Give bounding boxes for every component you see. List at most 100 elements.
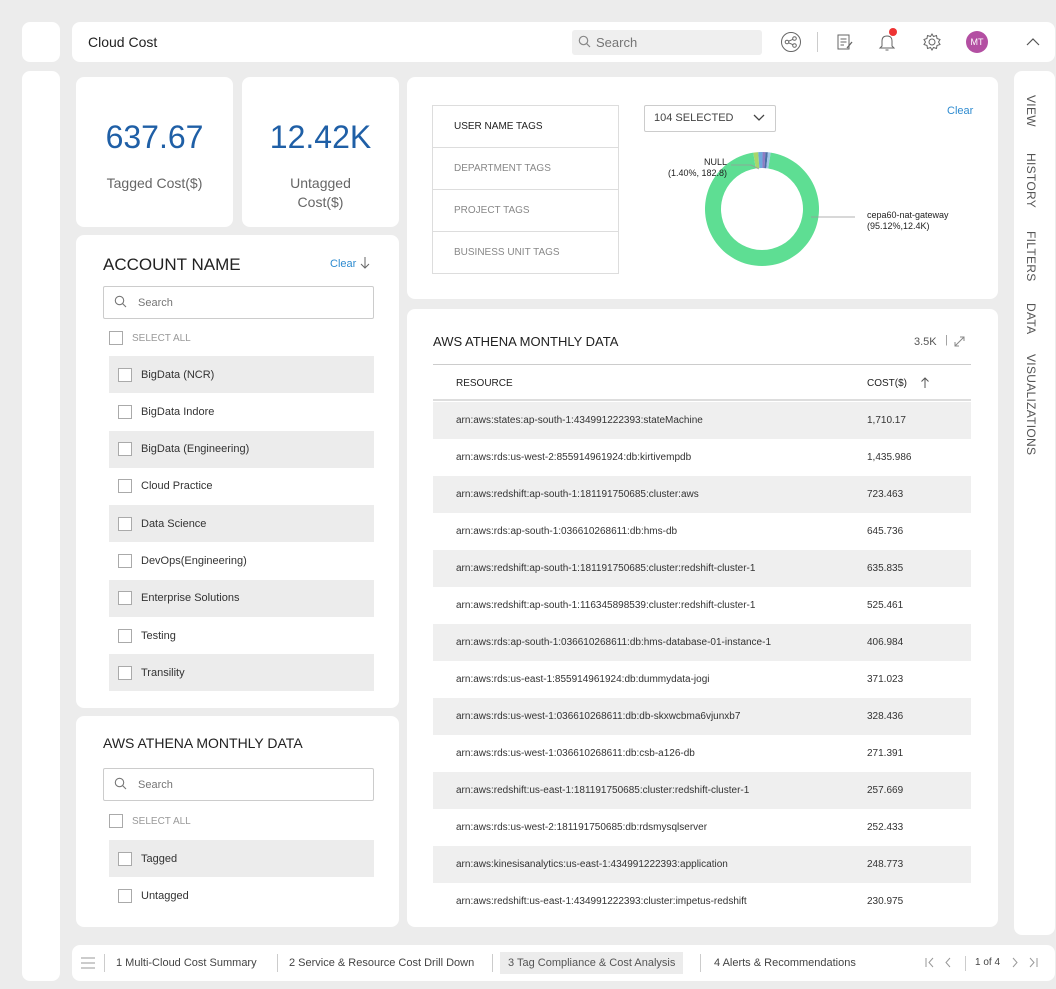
account-option[interactable]: Transility	[109, 654, 374, 692]
checkbox[interactable]	[118, 479, 132, 494]
next-page-icon[interactable]	[1011, 957, 1019, 968]
athena-filter-title: AWS ATHENA MONTHLY DATA	[103, 735, 303, 751]
cost-cell: 406.984	[867, 637, 904, 648]
sort-down-icon[interactable]	[359, 256, 371, 270]
account-option[interactable]: BigData (Engineering)	[109, 430, 374, 468]
account-option-label: DevOps(Engineering)	[141, 555, 247, 567]
checkbox[interactable]	[118, 554, 132, 568]
table-row[interactable]: arn:aws:redshift:ap-south-1:181191750685…	[433, 550, 971, 587]
global-search[interactable]	[572, 30, 762, 55]
account-option[interactable]: DevOps(Engineering)	[109, 543, 374, 580]
athena-option[interactable]: Untagged	[109, 877, 374, 914]
account-option-label: Transility	[141, 666, 185, 679]
side-tab-data[interactable]: DATA	[1024, 303, 1038, 334]
checkbox[interactable]	[118, 442, 132, 457]
checkbox[interactable]	[109, 331, 123, 345]
null-slice-detail: (1.40%, 182.8)	[668, 168, 727, 178]
footer-tab-divider	[277, 954, 278, 972]
table-row[interactable]: arn:aws:rds:us-west-2:855914961924:db:ki…	[433, 439, 971, 476]
side-tab-history[interactable]: HISTORY	[1024, 153, 1038, 208]
account-option[interactable]: Testing	[109, 617, 374, 654]
kpi-tagged-cost: 637.67 Tagged Cost($)	[76, 77, 233, 227]
table-row[interactable]: arn:aws:redshift:us-east-1:181191750685:…	[433, 772, 971, 809]
global-search-input[interactable]	[596, 32, 756, 53]
checkbox[interactable]	[118, 367, 132, 382]
tag-type-item[interactable]: DEPARTMENT TAGS	[433, 148, 618, 190]
checkbox[interactable]	[118, 628, 132, 643]
checkbox[interactable]	[118, 516, 132, 531]
checkbox[interactable]	[118, 404, 132, 419]
resource-cell: arn:aws:redshift:ap-south-1:116345898539…	[456, 600, 756, 611]
last-page-icon[interactable]	[1026, 957, 1038, 968]
edit-notes-icon[interactable]	[836, 33, 854, 51]
table-row[interactable]: arn:aws:redshift:us-east-1:434991222393:…	[433, 883, 971, 920]
checkbox[interactable]	[118, 851, 132, 866]
account-option[interactable]: BigData Indore	[109, 393, 374, 430]
table-row[interactable]: arn:aws:rds:us-west-1:036610268611:db:cs…	[433, 735, 971, 772]
footer-tab[interactable]: 2 Service & Resource Cost Drill Down	[281, 945, 482, 981]
account-option-label: Testing	[141, 629, 176, 642]
avatar[interactable]: MT	[966, 31, 988, 53]
account-option-label: BigData (Engineering)	[141, 443, 250, 456]
side-tab-view[interactable]: VIEW	[1024, 95, 1038, 127]
resource-cell: arn:aws:redshift:us-east-1:181191750685:…	[456, 785, 750, 796]
table-row[interactable]: arn:aws:states:ap-south-1:434991222393:s…	[433, 402, 971, 439]
checkbox[interactable]	[118, 665, 132, 680]
column-header-resource[interactable]: RESOURCE	[456, 378, 513, 389]
account-search[interactable]	[103, 286, 374, 319]
account-option[interactable]: Data Science	[109, 505, 374, 543]
tags-clear-link[interactable]: Clear	[947, 105, 973, 117]
share-icon[interactable]	[780, 31, 802, 53]
account-option[interactable]: BigData (NCR)	[109, 356, 374, 393]
account-option[interactable]: Enterprise Solutions	[109, 579, 374, 617]
table-row[interactable]: arn:aws:redshift:ap-south-1:116345898539…	[433, 587, 971, 624]
tag-values-dropdown[interactable]: 104 SELECTED	[644, 105, 776, 132]
account-search-input[interactable]	[138, 293, 338, 313]
account-select-all[interactable]: SELECT ALL	[109, 331, 191, 345]
checkbox[interactable]	[118, 591, 132, 606]
table-row[interactable]: arn:aws:redshift:ap-south-1:181191750685…	[433, 476, 971, 513]
previous-page-icon[interactable]	[944, 957, 952, 968]
table-row[interactable]: arn:aws:kinesisanalytics:us-east-1:43499…	[433, 846, 971, 883]
account-option[interactable]: Cloud Practice	[109, 468, 374, 505]
table-row[interactable]: arn:aws:rds:ap-south-1:036610268611:db:h…	[433, 624, 971, 661]
null-slice-name: NULL	[704, 157, 727, 167]
tag-type-item[interactable]: BUSINESS UNIT TAGS	[433, 232, 618, 274]
checkbox[interactable]	[118, 888, 132, 903]
resource-cell: arn:aws:states:ap-south-1:434991222393:s…	[456, 415, 703, 426]
gear-icon[interactable]	[922, 32, 942, 52]
table-body: arn:aws:states:ap-south-1:434991222393:s…	[433, 402, 971, 920]
column-header-cost[interactable]: COST($)	[867, 378, 907, 389]
athena-search[interactable]	[103, 768, 374, 801]
footer-tab[interactable]: 4 Alerts & Recommendations	[706, 945, 864, 981]
resource-cell: arn:aws:rds:us-west-2:855914961924:db:ki…	[456, 452, 692, 463]
expand-icon[interactable]	[954, 336, 965, 347]
table-row[interactable]: arn:aws:rds:ap-south-1:036610268611:db:h…	[433, 513, 971, 550]
sort-up-icon[interactable]	[920, 376, 930, 389]
footer-tab[interactable]: 1 Multi-Cloud Cost Summary	[108, 945, 265, 981]
footer-tab[interactable]: 3 Tag Compliance & Cost Analysis	[500, 952, 684, 974]
select-all-label: SELECT ALL	[132, 815, 191, 827]
side-tab-filters[interactable]: FILTERS	[1024, 231, 1038, 282]
side-tab-visualizations[interactable]: VISUALIZATIONS	[1024, 354, 1038, 455]
cost-cell: 248.773	[867, 859, 904, 870]
athena-option[interactable]: Tagged	[109, 840, 374, 877]
hamburger-menu-icon[interactable]	[81, 957, 95, 969]
table-row[interactable]: arn:aws:rds:us-west-2:181191750685:db:rd…	[433, 809, 971, 846]
search-icon	[114, 777, 127, 790]
first-page-icon[interactable]	[925, 957, 937, 968]
tag-type-item[interactable]: PROJECT TAGS	[433, 190, 618, 232]
table-row[interactable]: arn:aws:rds:us-east-1:855914961924:db:du…	[433, 661, 971, 698]
chevron-up-icon[interactable]	[1025, 34, 1041, 50]
tag-type-item[interactable]: USER NAME TAGS	[433, 106, 618, 148]
checkbox[interactable]	[109, 814, 123, 828]
athena-select-all[interactable]: SELECT ALL	[109, 814, 191, 828]
table-row[interactable]: arn:aws:rds:us-west-1:036610268611:db:db…	[433, 698, 971, 735]
account-clear-link[interactable]: Clear	[330, 258, 356, 270]
athena-search-input[interactable]	[138, 775, 338, 795]
notification-badge	[889, 28, 897, 36]
account-option-label: BigData (NCR)	[141, 368, 215, 381]
resource-cell: arn:aws:rds:us-west-2:181191750685:db:rd…	[456, 822, 708, 833]
kpi-untagged-cost: 12.42K Untagged Cost($)	[242, 77, 399, 227]
dropdown-value: 104 SELECTED	[654, 112, 734, 124]
